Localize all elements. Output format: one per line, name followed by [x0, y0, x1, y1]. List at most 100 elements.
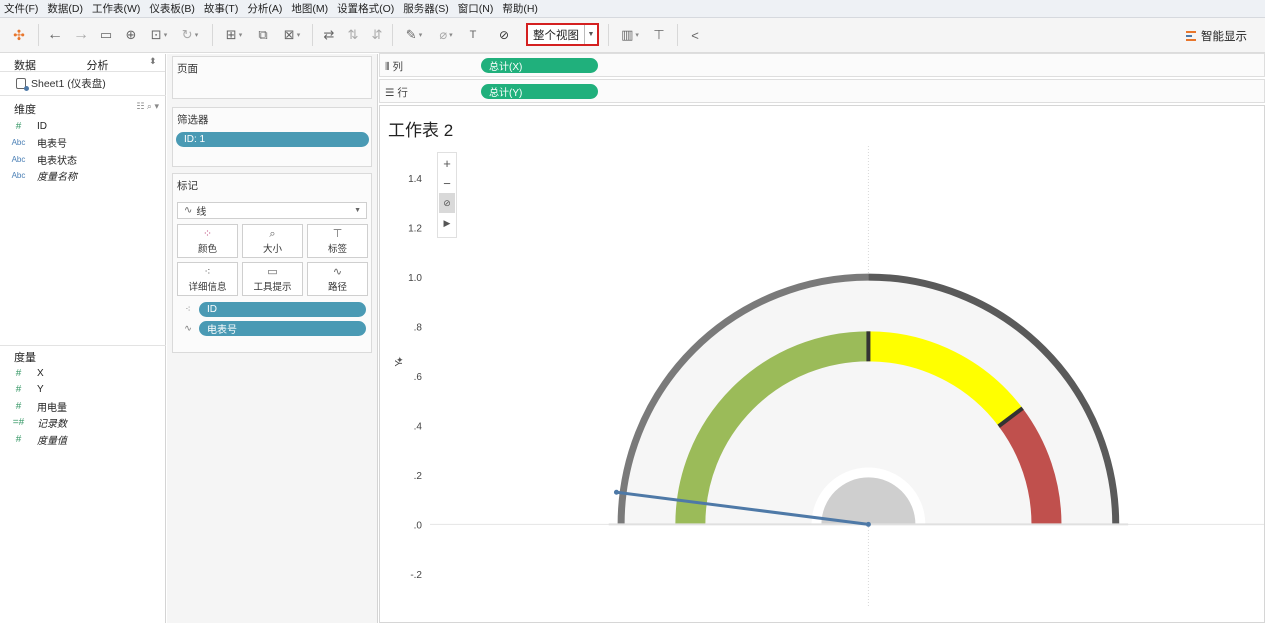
mark-field-id[interactable]: ⁖ ID [177, 302, 366, 317]
size-button[interactable]: ⌕ 大小 [242, 224, 303, 258]
share-icon[interactable]: < [686, 25, 704, 45]
mark-field-meter[interactable]: ∿ 电表号 [177, 321, 366, 336]
field-name: X [37, 367, 44, 379]
detail-button[interactable]: ⁖ 详细信息 [177, 262, 238, 296]
path-button[interactable]: ∿ 路径 [307, 262, 368, 296]
duplicate-sheet-icon[interactable]: ⧉ [254, 25, 272, 45]
show-mark-labels-icon[interactable]: T [464, 25, 482, 45]
tooltip-button[interactable]: ▭ 工具提示 [242, 262, 303, 296]
database-icon [16, 77, 29, 91]
menu-item[interactable]: 服务器(S) [403, 1, 449, 16]
data-source-item[interactable]: Sheet1 (仪表盘) [0, 72, 165, 91]
filters-card[interactable]: 筛选器 ID: 1 [172, 107, 372, 167]
save-icon[interactable]: ▭ [97, 25, 115, 45]
field-name: 用电量 [37, 402, 67, 414]
columns-shelf[interactable]: ⦀ 列 总计(X) [379, 53, 1265, 77]
zoom-in-icon[interactable]: + [438, 153, 456, 173]
color-label: 颜色 [197, 244, 217, 255]
marks-card-title: 标记 [177, 180, 198, 192]
fix-axes-icon[interactable]: ⊘ [492, 25, 516, 45]
field-item[interactable]: # ID [0, 118, 47, 134]
menu-item[interactable]: 工作表(W) [92, 1, 140, 16]
menu-item[interactable]: 地图(M) [291, 1, 328, 16]
field-item[interactable]: Abc 电表状态 [0, 151, 77, 167]
pages-card-title: 页面 [177, 63, 198, 75]
mark-pill-meter[interactable]: 电表号 [199, 321, 366, 336]
mark-type-dropdown[interactable]: ∿ 线 ▼ [177, 202, 367, 219]
refresh-icon[interactable]: ↻ ▾ [175, 25, 205, 45]
pane-menu-icon[interactable]: ⬍ [145, 54, 165, 71]
view-toolbar: + − ⊘ ▶ [437, 152, 457, 238]
y-tick-label: .8 [414, 323, 423, 334]
new-worksheet-icon[interactable]: ⊞ ▾ [220, 25, 248, 45]
menu-item[interactable]: 设置格式(O) [337, 1, 394, 16]
filter-pill[interactable]: ID: 1 [176, 132, 369, 147]
highlight-icon[interactable]: ✎ ▾ [400, 25, 428, 45]
menu-item[interactable]: 数据(D) [47, 1, 83, 16]
tab-analytics[interactable]: 分析 [73, 54, 146, 72]
menu-item[interactable]: 仪表板(B) [149, 1, 195, 16]
color-button[interactable]: ⁘ 颜色 [177, 224, 238, 258]
chevron-down-icon: ▼ [354, 207, 361, 214]
numeric-field-icon: # [15, 367, 22, 379]
swap-rows-columns-icon[interactable]: ⇄ [320, 25, 338, 45]
redo-icon[interactable]: → [72, 25, 90, 45]
y-tick-label: 1.0 [408, 273, 422, 284]
show-me-button[interactable]: 智能显示 [1186, 28, 1247, 44]
tooltip-label: 工具提示 [253, 282, 292, 293]
toolbar-separator [312, 24, 313, 46]
undo-icon[interactable]: ← [46, 25, 64, 45]
rows-icon: ☰ [385, 87, 398, 99]
fix-axes-icon[interactable]: ⊘ [439, 193, 455, 213]
field-item[interactable]: # Y [0, 382, 44, 398]
pages-card[interactable]: 页面 [172, 56, 372, 99]
path-icon: ∿ [184, 323, 192, 333]
menu-bar: 文件(F) 数据(D) 工作表(W) 仪表板(B) 故事(T) 分析(A) 地图(M) 设置格… [0, 0, 1265, 18]
field-item[interactable]: # 用电量 [0, 398, 67, 414]
label-button[interactable]: ⊤ 标签 [307, 224, 368, 258]
needle-point [613, 489, 619, 495]
field-item[interactable]: Abc 度量名称 [0, 168, 77, 184]
numeric-field-icon: =# [12, 417, 25, 428]
detail-icon: ⁖ [185, 304, 191, 314]
numeric-field-icon: # [15, 400, 22, 412]
needle-point [865, 521, 871, 527]
rows-pill[interactable]: 总计(Y) [481, 84, 598, 99]
filters-card-title: 筛选器 [177, 114, 209, 126]
tableau-logo-icon[interactable]: ✣ [10, 25, 28, 45]
menu-item[interactable]: 分析(A) [247, 1, 282, 16]
show-cards-icon[interactable]: ▥ ▾ [616, 25, 644, 45]
toolbar-separator [212, 24, 213, 46]
menu-item[interactable]: 故事(T) [204, 1, 238, 16]
new-data-source-icon[interactable]: ⊕ [122, 25, 140, 45]
fit-view-dropdown[interactable]: 整个视图 ▼ [526, 23, 599, 46]
columns-icon: ⦀ [385, 61, 393, 73]
menu-item[interactable]: 文件(F) [4, 1, 38, 16]
gauge-chart[interactable]: 1.4 1.2 1.0 .8 .6 .4 .2 .0 -.2 [380, 106, 1265, 623]
mark-type-label: 线 [196, 207, 207, 218]
group-members-icon[interactable]: ⌀ ▾ [432, 25, 460, 45]
field-item[interactable]: =# 记录数 [0, 415, 67, 431]
field-item[interactable]: Abc 电表号 [0, 135, 67, 151]
field-name: 电表状态 [37, 155, 77, 167]
menu-item[interactable]: 窗口(N) [458, 1, 494, 16]
mark-pill-id[interactable]: ID [199, 302, 366, 317]
tab-data[interactable]: 数据 [0, 54, 73, 72]
sort-ascending-icon[interactable]: ⇅ [344, 25, 362, 45]
presentation-mode-icon[interactable]: ⊤ [650, 25, 668, 45]
expand-toolbar-icon[interactable]: ▶ [438, 213, 456, 233]
y-tick-label: .2 [414, 471, 423, 482]
field-item[interactable]: # X [0, 365, 44, 381]
sort-descending-icon[interactable]: ⇵ [368, 25, 386, 45]
clear-sheet-icon[interactable]: ⊠ ▾ [278, 25, 306, 45]
y-tick-label: .6 [414, 372, 423, 383]
menu-item[interactable]: 帮助(H) [502, 1, 538, 16]
pause-updates-icon[interactable]: ⊡ ▾ [146, 25, 172, 45]
zoom-out-icon[interactable]: − [438, 173, 456, 193]
dimensions-tools[interactable]: ☷ ⌕ ▾ [136, 101, 159, 112]
y-tick-label: .4 [414, 421, 423, 432]
y-axis-title: Y [394, 360, 405, 367]
rows-shelf[interactable]: ☰ 行 总计(Y) [379, 79, 1265, 103]
columns-pill[interactable]: 总计(X) [481, 58, 598, 73]
field-item[interactable]: # 度量值 [0, 431, 67, 447]
